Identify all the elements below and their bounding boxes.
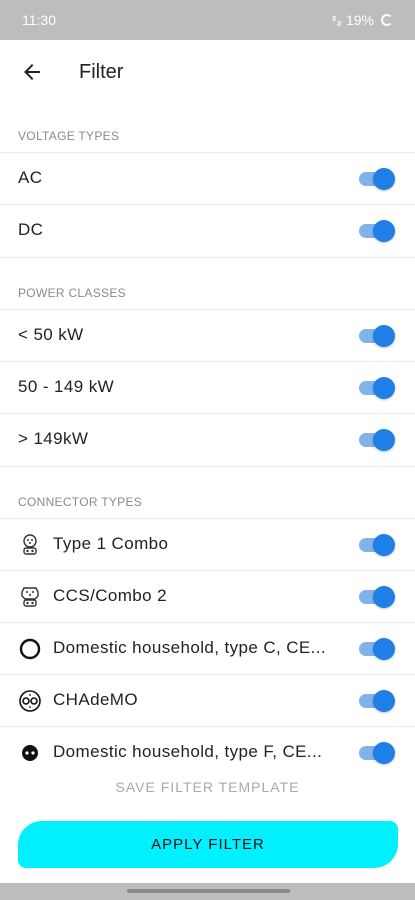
filter-row-under-50kw[interactable]: < 50 kW: [0, 309, 415, 362]
filter-label: DC: [18, 220, 44, 239]
filter-row-domestic-type-c[interactable]: Domestic household, type C, CE...: [0, 622, 415, 675]
status-right: ²₂ 19%: [332, 12, 393, 28]
filter-row-50-149kw[interactable]: 50 - 149 kW: [0, 361, 415, 414]
filter-row-chademo[interactable]: CHAdeMO: [0, 674, 415, 727]
filter-label: Type 1 Combo: [53, 534, 169, 553]
app-bar: Filter: [0, 40, 415, 104]
filter-row-ac[interactable]: AC: [0, 152, 415, 205]
filter-label: CCS/Combo 2: [53, 586, 167, 605]
filter-label: > 149kW: [18, 429, 89, 448]
domestic-type-f-toggle[interactable]: [359, 742, 395, 764]
chademo-toggle[interactable]: [359, 690, 395, 712]
status-time: 11:30: [22, 12, 56, 28]
section-title-power: POWER CLASSES: [18, 286, 126, 300]
dc-toggle[interactable]: [359, 220, 395, 242]
filter-row-ccs-combo2[interactable]: CCS/Combo 2: [0, 570, 415, 623]
page-title: Filter: [79, 61, 124, 83]
signal-icon: ²₂: [331, 12, 342, 28]
under-50kw-toggle[interactable]: [359, 325, 395, 347]
50-149kw-toggle[interactable]: [359, 377, 395, 399]
battery-level: 19%: [345, 12, 374, 28]
domestic-type-f-icon: [22, 745, 38, 761]
apply-filter-button[interactable]: APPLY FILTER: [18, 821, 398, 868]
filter-label: Domestic household, type C, CE...: [53, 638, 327, 657]
filter-label: CHAdeMO: [53, 690, 138, 709]
status-bar: 11:30 ²₂ 19%: [0, 0, 415, 40]
save-filter-template-button[interactable]: SAVE FILTER TEMPLATE: [0, 779, 415, 795]
battery-icon: [381, 14, 393, 26]
navigation-bar: [0, 883, 415, 900]
filter-label: 50 - 149 kW: [18, 377, 115, 396]
ccs-combo2-icon: [21, 587, 39, 607]
type1-combo-icon: [23, 534, 37, 555]
filter-label: < 50 kW: [18, 325, 84, 344]
filter-row-domestic-type-f[interactable]: Domestic household, type F, CE...: [0, 726, 415, 779]
back-arrow-icon[interactable]: [20, 60, 44, 84]
chademo-icon: [19, 690, 41, 712]
domestic-type-c-icon: [19, 638, 41, 660]
ac-toggle[interactable]: [359, 168, 395, 190]
divider: [0, 466, 415, 467]
domestic-type-c-toggle[interactable]: [359, 638, 395, 660]
over-149kw-toggle[interactable]: [359, 429, 395, 451]
divider: [0, 257, 415, 258]
filter-row-over-149kw[interactable]: > 149kW: [0, 413, 415, 466]
section-title-voltage: VOLTAGE TYPES: [18, 129, 120, 143]
filter-label: AC: [18, 168, 43, 187]
type1-combo-toggle[interactable]: [359, 534, 395, 556]
ccs-combo2-toggle[interactable]: [359, 586, 395, 608]
section-title-connector: CONNECTOR TYPES: [18, 495, 143, 509]
filter-label: Domestic household, type F, CE...: [53, 742, 323, 761]
filter-row-dc[interactable]: DC: [0, 204, 415, 257]
home-gesture-handle[interactable]: [127, 889, 290, 893]
filter-row-type1-combo[interactable]: Type 1 Combo: [0, 518, 415, 571]
